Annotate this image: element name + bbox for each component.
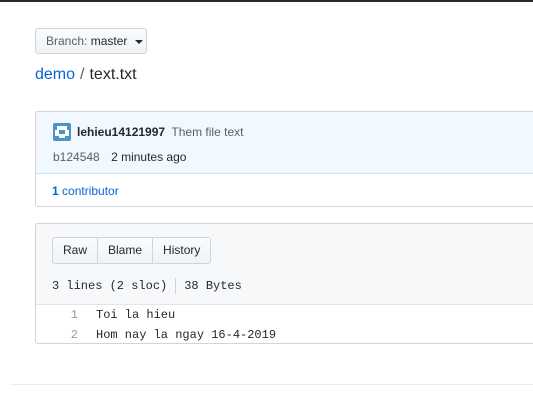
line-number[interactable]: 1 [36, 305, 78, 325]
breadcrumb: demo / text.txt [35, 64, 137, 86]
commit-message[interactable]: Them file text [171, 125, 243, 139]
commit-sha[interactable]: b124548 [53, 150, 100, 164]
identicon-avatar[interactable] [53, 123, 71, 141]
commit-author-line: lehieu14121997 Them file text [77, 124, 243, 140]
commit-author[interactable]: lehieu14121997 [77, 125, 165, 139]
line-content: Toi la hieu [96, 308, 176, 322]
code-line: 1 Toi la hieu [36, 305, 533, 325]
breadcrumb-separator: / [80, 66, 85, 83]
file-actions-group: Raw Blame History [52, 237, 212, 264]
latest-commit-header: lehieu14121997 Them file text b124548 2 … [36, 112, 533, 174]
file-name: text.txt [89, 66, 137, 83]
file-info: 3 lines (2 sloc) 38 Bytes [52, 278, 242, 294]
commit-time: 2 minutes ago [111, 150, 187, 164]
commit-box: lehieu14121997 Them file text b124548 2 … [35, 111, 533, 207]
top-bar [0, 0, 533, 2]
footer-divider [10, 384, 533, 385]
file-size: 38 Bytes [184, 279, 242, 294]
code-line: 2 Hom nay la ngay 16-4-2019 [36, 325, 533, 343]
caret-down-icon [134, 39, 143, 44]
contributors-count: 1 [52, 184, 59, 198]
file-lines-info: 3 lines (2 sloc) [52, 279, 168, 294]
file-header: Raw Blame History 3 lines (2 sloc) 38 Byt… [36, 224, 533, 305]
branch-prefix: Branch: [46, 34, 88, 48]
contributors-label: contributor [62, 184, 119, 198]
line-content: Hom nay la ngay 16-4-2019 [96, 328, 277, 342]
branch-select-button[interactable]: Branch: master [35, 28, 147, 54]
history-button[interactable]: History [152, 237, 212, 264]
blame-button[interactable]: Blame [97, 237, 154, 264]
contributors-link[interactable]: 1 contributor [52, 183, 119, 199]
branch-name: master [90, 34, 128, 48]
raw-button[interactable]: Raw [52, 237, 99, 264]
commit-meta: b124548 2 minutes ago [53, 149, 186, 165]
file-box: Raw Blame History 3 lines (2 sloc) 38 Byt… [35, 223, 533, 344]
line-number[interactable]: 2 [36, 325, 78, 343]
file-info-divider [175, 278, 177, 294]
repo-link[interactable]: demo [35, 66, 75, 83]
